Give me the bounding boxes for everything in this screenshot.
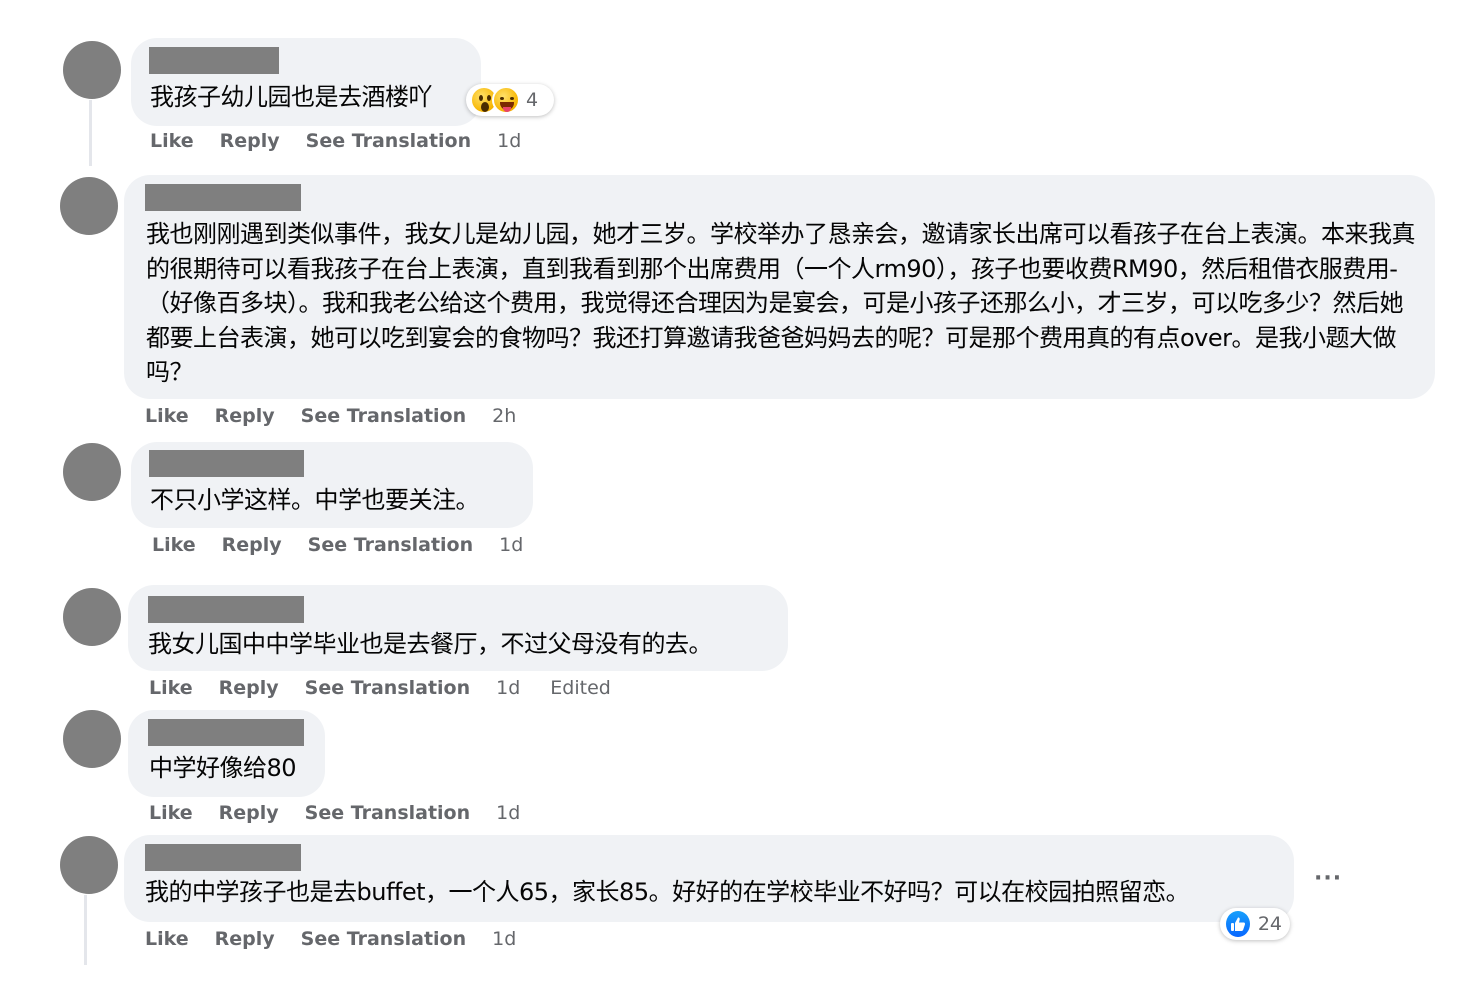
comment-actions: Like Reply See Translation 2h [145, 405, 542, 427]
redacted-author-name[interactable] [145, 184, 301, 211]
laughing-emoji-icon [492, 86, 520, 114]
comment-actions: Like Reply See Translation 1d [152, 534, 549, 556]
see-translation-button[interactable]: See Translation [306, 130, 471, 152]
redacted-author-name[interactable] [149, 450, 304, 477]
timestamp[interactable]: 1d [492, 928, 516, 950]
reply-button[interactable]: Reply [222, 534, 282, 556]
comment-text: 我女儿国中中学毕业也是去餐厅，不过父母没有的去。 [148, 630, 713, 658]
like-button[interactable]: Like [145, 928, 189, 950]
timestamp[interactable]: 1d [496, 677, 520, 699]
reaction-count: 24 [1257, 913, 1282, 935]
reply-button[interactable]: Reply [220, 130, 280, 152]
redacted-author-name[interactable] [149, 47, 279, 74]
avatar[interactable] [60, 836, 118, 894]
avatar[interactable] [63, 443, 121, 501]
reaction-count: 4 [526, 89, 539, 111]
timestamp[interactable]: 2h [492, 405, 516, 427]
comment-text: 中学好像给80 [149, 754, 297, 782]
see-translation-button[interactable]: See Translation [308, 534, 473, 556]
reaction-summary[interactable]: 24 [1220, 908, 1290, 940]
redacted-author-name[interactable] [148, 596, 304, 623]
timestamp[interactable]: 1d [496, 802, 520, 824]
avatar[interactable] [60, 177, 118, 235]
like-icon [1224, 909, 1252, 939]
comment-text: 我孩子幼儿园也是去酒楼吖 [150, 83, 433, 111]
see-translation-button[interactable]: See Translation [301, 405, 466, 427]
like-button[interactable]: Like [145, 405, 189, 427]
like-button[interactable]: Like [150, 130, 194, 152]
timestamp[interactable]: 1d [499, 534, 523, 556]
see-translation-button[interactable]: See Translation [305, 802, 470, 824]
timestamp[interactable]: 1d [497, 130, 521, 152]
more-options-button[interactable]: ··· [1314, 866, 1342, 891]
redacted-author-name[interactable] [148, 719, 304, 746]
comment-actions: Like Reply See Translation 1d Edited [149, 677, 637, 699]
comment-actions: Like Reply See Translation 1d [149, 802, 546, 824]
reply-button[interactable]: Reply [215, 405, 275, 427]
redacted-author-name[interactable] [145, 844, 301, 871]
see-translation-button[interactable]: See Translation [301, 928, 466, 950]
avatar[interactable] [63, 588, 121, 646]
avatar[interactable] [63, 710, 121, 768]
thread-line [89, 100, 92, 166]
avatar[interactable] [63, 41, 121, 99]
reply-button[interactable]: Reply [215, 928, 275, 950]
like-button[interactable]: Like [149, 677, 193, 699]
like-button[interactable]: Like [152, 534, 196, 556]
comment-text: 不只小学这样。中学也要关注。 [150, 486, 480, 514]
like-button[interactable]: Like [149, 802, 193, 824]
reaction-summary[interactable]: 4 [466, 84, 554, 116]
comment-actions: Like Reply See Translation 1d [150, 130, 547, 152]
comment-actions: Like Reply See Translation 1d [145, 928, 542, 950]
edited-label[interactable]: Edited [550, 677, 611, 699]
reply-button[interactable]: Reply [219, 677, 279, 699]
thread-line [84, 895, 87, 965]
comment-text: 我也刚刚遇到类似事件，我女儿是幼儿园，她才三岁。学校举办了恳亲会，邀请家长出席可… [146, 220, 1416, 386]
reply-button[interactable]: Reply [219, 802, 279, 824]
see-translation-button[interactable]: See Translation [305, 677, 470, 699]
comment-text: 我的中学孩子也是去buffet，一个人65，家长85。好好的在学校毕业不好吗？可… [145, 878, 1190, 906]
